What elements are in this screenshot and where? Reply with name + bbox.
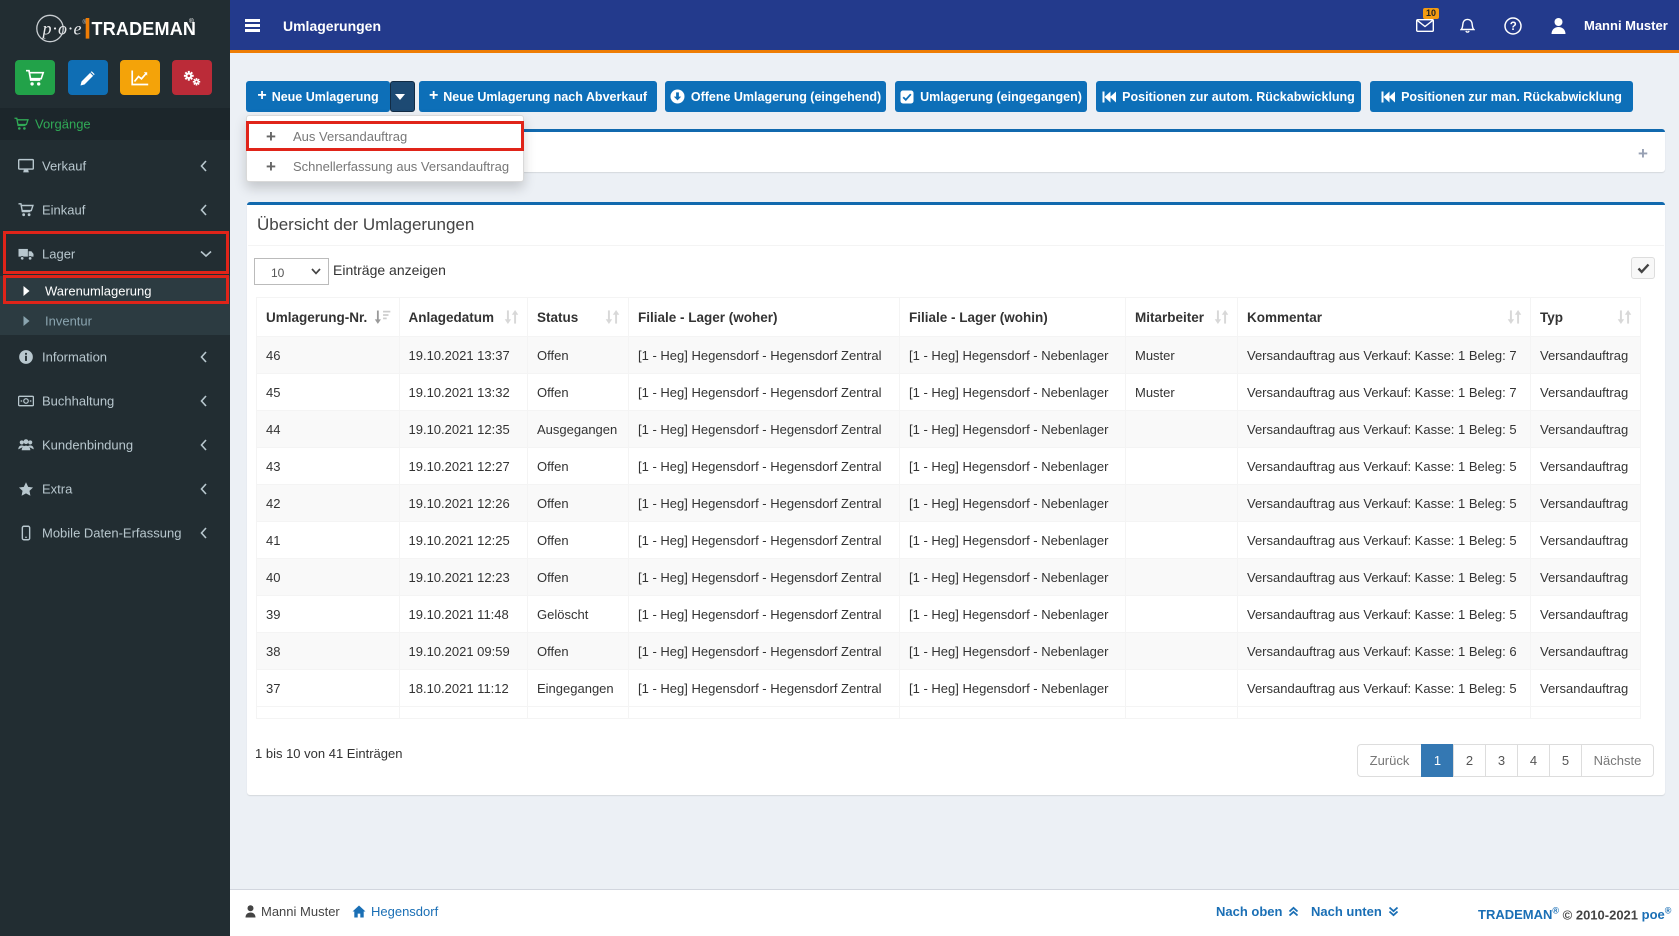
svg-text:®: ® [189, 17, 194, 25]
svg-text:TRADEMAN: TRADEMAN [92, 19, 197, 39]
svg-text:?: ? [1510, 21, 1517, 33]
svg-text:p·o·e: p·o·e [41, 19, 83, 39]
